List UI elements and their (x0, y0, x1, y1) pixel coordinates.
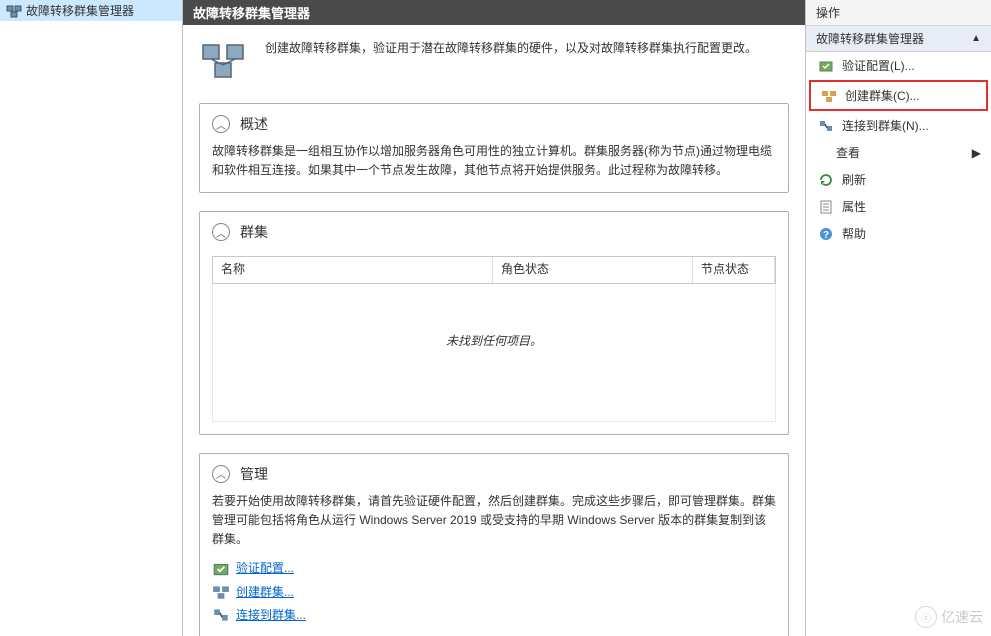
manage-title: 管理 (240, 464, 268, 484)
connect-cluster-link[interactable]: 连接到群集... (236, 606, 306, 625)
actions-header: 操作 (806, 0, 991, 26)
create-cluster-icon (212, 583, 230, 601)
action-validate-config[interactable]: 验证配置(L)... (806, 52, 991, 79)
clusters-title: 群集 (240, 222, 268, 242)
connect-cluster-icon (212, 606, 230, 624)
actions-pane: 操作 故障转移群集管理器 ▲ 验证配置(L)... 创建群集(C)... 连接到… (805, 0, 991, 636)
col-name[interactable]: 名称 (213, 257, 493, 282)
svg-text:?: ? (823, 230, 829, 241)
validate-icon (818, 58, 834, 74)
create-cluster-link[interactable]: 创建群集... (236, 583, 294, 602)
cluster-manager-icon (6, 3, 22, 19)
overview-title: 概述 (240, 114, 268, 134)
action-create-cluster[interactable]: 创建群集(C)... (809, 80, 988, 111)
manage-section: ︿ 管理 若要开始使用故障转移群集，请首先验证硬件配置，然后创建群集。完成这些步… (199, 453, 789, 636)
validate-config-icon (212, 560, 230, 578)
refresh-icon (818, 172, 834, 188)
main-content: 故障转移群集管理器 创建故障转移群集，验证用于潜在故障转移群集的硬件，以及对故障… (183, 0, 805, 636)
help-icon: ? (818, 226, 834, 242)
tree-item-cluster-manager[interactable]: 故障转移群集管理器 (0, 0, 182, 21)
intro-text: 创建故障转移群集，验证用于潜在故障转移群集的硬件，以及对故障转移群集执行配置更改… (265, 35, 757, 56)
cluster-large-icon (199, 35, 247, 83)
chevron-right-icon: ▶ (972, 146, 981, 160)
collapse-arrow-icon: ▲ (971, 33, 981, 44)
create-cluster-action-icon (821, 88, 837, 104)
action-refresh[interactable]: 刷新 (806, 166, 991, 193)
validate-config-link[interactable]: 验证配置... (236, 559, 294, 578)
watermark-icon: ⓒ (915, 606, 937, 628)
content-header: 故障转移群集管理器 (183, 0, 805, 25)
clusters-empty-message: 未找到任何项目。 (212, 284, 776, 422)
clusters-section: ︿ 群集 名称 角色状态 节点状态 未找到任何项目。 (199, 211, 789, 434)
overview-section: ︿ 概述 故障转移群集是一组相互协作以增加服务器角色可用性的独立计算机。群集服务… (199, 103, 789, 193)
connect-icon (818, 118, 834, 134)
manage-body: 若要开始使用故障转移群集，请首先验证硬件配置，然后创建群集。完成这些步骤后，即可… (212, 492, 776, 550)
action-view[interactable]: 查看 ▶ (806, 139, 991, 166)
col-node-status[interactable]: 节点状态 (693, 257, 775, 282)
col-role-status[interactable]: 角色状态 (493, 257, 693, 282)
collapse-manage-button[interactable]: ︿ (212, 465, 230, 483)
properties-icon (818, 199, 834, 215)
tree-pane: 故障转移群集管理器 (0, 0, 183, 636)
overview-body: 故障转移群集是一组相互协作以增加服务器角色可用性的独立计算机。群集服务器(称为节… (200, 142, 788, 192)
clusters-table-header: 名称 角色状态 节点状态 (212, 256, 776, 283)
tree-item-label: 故障转移群集管理器 (26, 2, 134, 19)
collapse-clusters-button[interactable]: ︿ (212, 223, 230, 241)
action-connect-cluster[interactable]: 连接到群集(N)... (806, 112, 991, 139)
watermark: ⓒ 亿速云 (915, 606, 983, 628)
action-properties[interactable]: 属性 (806, 193, 991, 220)
action-help[interactable]: ? 帮助 (806, 220, 991, 247)
actions-subheader[interactable]: 故障转移群集管理器 ▲ (806, 26, 991, 52)
collapse-overview-button[interactable]: ︿ (212, 115, 230, 133)
